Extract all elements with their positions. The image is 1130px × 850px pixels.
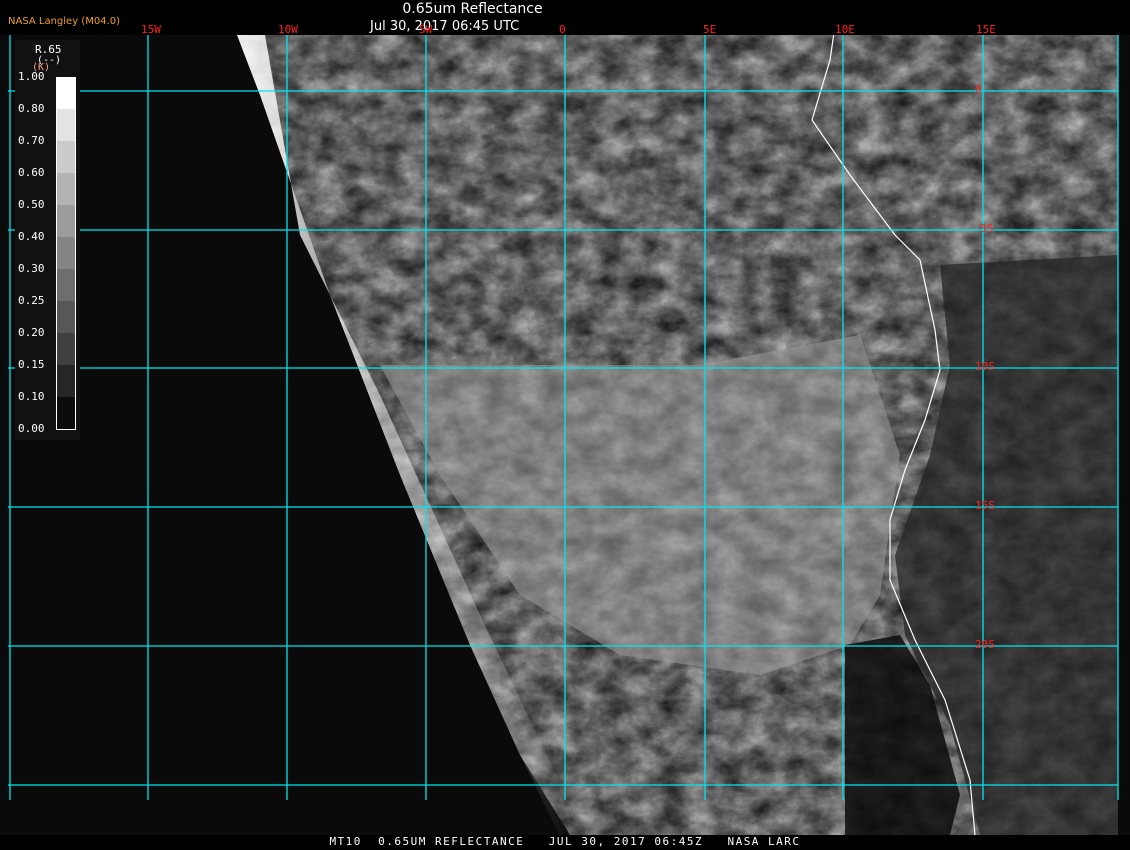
- lon-label-5e: 5E: [703, 23, 717, 36]
- colorbar-swatch: [57, 173, 75, 205]
- image-datetime: Jul 30, 2017 06:45 UTC: [370, 19, 520, 34]
- satellite-image: [0, 35, 1130, 835]
- colorbar-tick-label: 0.50: [18, 198, 45, 211]
- lat-label-5s: 5S: [980, 222, 994, 235]
- colorbar-tick-label: 0.60: [18, 166, 45, 179]
- colorbar-swatch: [57, 109, 75, 141]
- lat-label-20s: 20S: [975, 638, 995, 651]
- colorbar-swatch: [57, 77, 75, 109]
- colorbar-scale: [56, 77, 76, 430]
- organization-label: NASA Langley (M04.0): [8, 16, 120, 27]
- colorbar-tick-label: 0.80: [18, 102, 45, 115]
- colorbar-swatch: [57, 397, 75, 429]
- colorbar-tick-label: 0.15: [18, 358, 45, 371]
- colorbar-tick-label: 0.25: [18, 294, 45, 307]
- lat-label-15s: 15S: [975, 499, 995, 512]
- lon-label-10w: 10W: [278, 23, 298, 36]
- lon-label-15e: 15E: [976, 23, 996, 36]
- colorbar-swatch: [57, 333, 75, 365]
- colorbar-swatch: [57, 269, 75, 301]
- colorbar-tick-label: 0.20: [18, 326, 45, 339]
- colorbar-tick-label: 0.10: [18, 390, 45, 403]
- lon-label-5w: 5W: [419, 23, 433, 36]
- image-title: 0.65um Reflectance: [402, 1, 543, 17]
- colorbar-tick-label: 0.40: [18, 230, 45, 243]
- colorbar-swatch: [57, 365, 75, 397]
- colorbar-swatch: [57, 205, 75, 237]
- lat-label-10s: 10S: [975, 360, 995, 373]
- colorbar-swatch: [57, 301, 75, 333]
- footer-caption: MT10 0.65UM REFLECTANCE JUL 30, 2017 06:…: [329, 835, 801, 848]
- colorbar-tick-label: 1.00: [18, 70, 45, 83]
- lon-label-0: 0: [559, 23, 566, 36]
- colorbar-swatch: [57, 141, 75, 173]
- lat-label-0: 0: [975, 83, 982, 96]
- colorbar-panel: R.65 (--) (K) 1.00 0.80 0.70 0.60 0.50 0.40 0.…: [15, 40, 80, 440]
- colorbar-tick-label: 0.00: [18, 422, 45, 435]
- lon-label-15w: 15W: [141, 23, 161, 36]
- colorbar-tick-label: 0.30: [18, 262, 45, 275]
- lon-label-10e: 10E: [835, 23, 855, 36]
- colorbar-tick-label: 0.70: [18, 134, 45, 147]
- colorbar-swatch: [57, 237, 75, 269]
